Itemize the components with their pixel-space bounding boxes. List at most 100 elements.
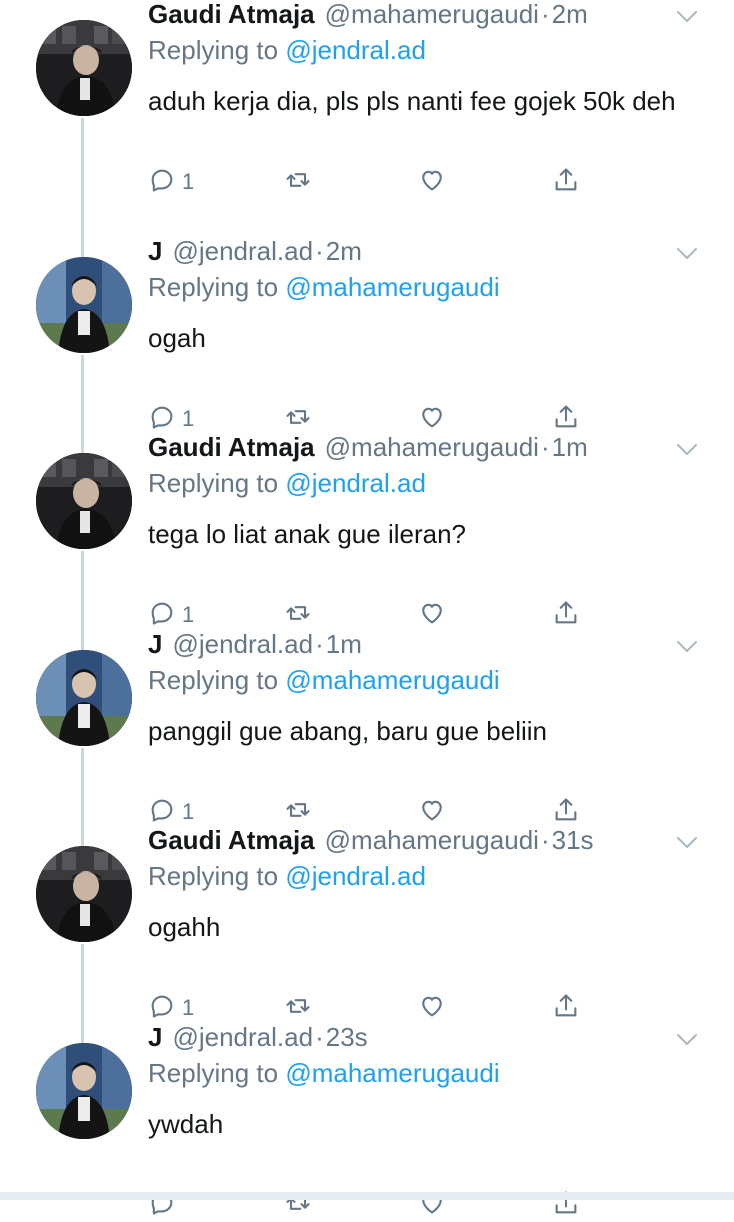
replying-to: Replying to @mahamerugaudi — [148, 664, 500, 696]
tweet-actions: 1 — [148, 992, 598, 1024]
like-button[interactable] — [418, 599, 446, 631]
reply-count: 1 — [182, 602, 195, 627]
replying-to: Replying to @jendral.ad — [148, 467, 426, 499]
replying-to-label: Replying to — [148, 1058, 279, 1088]
timestamp[interactable]: 2m — [552, 0, 588, 29]
separator-dot: · — [315, 236, 324, 266]
handle[interactable]: @jendral.ad — [172, 236, 313, 266]
replying-to: Replying to @mahamerugaudi — [148, 271, 500, 303]
tweet-header: J @jendral.ad·23s — [148, 1021, 368, 1053]
timestamp[interactable]: 1m — [552, 432, 588, 462]
tweet[interactable]: Gaudi Atmaja @mahamerugaudi·2m Replying t… — [0, 0, 734, 257]
tweet-text: panggil gue abang, baru gue beliin — [148, 716, 548, 746]
tweet[interactable]: J @jendral.ad·2m Replying to @mahamerugau… — [0, 235, 734, 453]
display-name[interactable]: Gaudi Atmaja — [148, 825, 315, 855]
retweet-button[interactable] — [284, 166, 312, 198]
separator-dot: · — [540, 825, 550, 855]
share-button[interactable] — [552, 599, 580, 631]
handle[interactable]: @mahamerugaudi — [325, 0, 539, 29]
retweet-button[interactable] — [284, 992, 312, 1024]
like-icon — [418, 992, 446, 1025]
retweet-button[interactable] — [284, 599, 312, 631]
reply-button[interactable]: 1 — [148, 599, 194, 631]
tweet-header: J @jendral.ad·1m — [148, 628, 362, 660]
tweet-header: Gaudi Atmaja @mahamerugaudi·2m — [148, 0, 588, 30]
bottom-divider — [0, 1192, 734, 1200]
tweet-text: aduh kerja dia, pls pls nanti fee gojek … — [148, 86, 676, 116]
reply-count: 1 — [182, 799, 195, 824]
share-button[interactable] — [552, 166, 580, 198]
retweet-icon — [284, 599, 312, 632]
timestamp[interactable]: 2m — [326, 236, 362, 266]
chevron-down-icon[interactable] — [676, 836, 698, 850]
replying-to-label: Replying to — [148, 35, 279, 65]
separator-dot: · — [540, 432, 550, 462]
chevron-down-icon[interactable] — [676, 247, 698, 261]
tweet-actions: 1 — [148, 166, 598, 198]
handle[interactable]: @jendral.ad — [172, 629, 313, 659]
replying-to-label: Replying to — [148, 468, 279, 498]
tweet[interactable]: J @jendral.ad·23s Replying to @mahameruga… — [0, 1021, 734, 1219]
display-name[interactable]: Gaudi Atmaja — [148, 432, 315, 462]
avatar[interactable] — [36, 650, 132, 746]
mention-link[interactable]: @mahamerugaudi — [285, 665, 499, 695]
reply-count: 1 — [182, 169, 195, 194]
avatar[interactable] — [36, 20, 132, 116]
avatar[interactable] — [36, 1043, 132, 1139]
separator-dot: · — [315, 1022, 324, 1052]
retweet-icon — [284, 166, 312, 199]
timestamp[interactable]: 1m — [326, 629, 362, 659]
share-button[interactable] — [552, 992, 580, 1024]
replying-to: Replying to @jendral.ad — [148, 860, 426, 892]
tweet-text: ogahh — [148, 912, 221, 942]
display-name[interactable]: J — [148, 236, 162, 266]
tweet[interactable]: Gaudi Atmaja @mahamerugaudi·31s Replying … — [0, 824, 734, 1043]
replying-to-label: Replying to — [148, 861, 279, 891]
tweet-text: ogah — [148, 323, 206, 353]
mention-link[interactable]: @mahamerugaudi — [285, 272, 499, 302]
tweet-text: tega lo liat anak gue ileran? — [148, 519, 467, 549]
tweet-header: Gaudi Atmaja @mahamerugaudi·1m — [148, 431, 588, 463]
replying-to: Replying to @jendral.ad — [148, 34, 426, 66]
chevron-down-icon[interactable] — [676, 443, 698, 457]
reply-icon — [148, 166, 176, 199]
display-name[interactable]: Gaudi Atmaja — [148, 0, 315, 29]
tweet-actions: 1 — [148, 599, 598, 631]
timestamp[interactable]: 31s — [552, 825, 594, 855]
timestamp[interactable]: 23s — [326, 1022, 368, 1052]
tweet[interactable]: Gaudi Atmaja @mahamerugaudi·1m Replying t… — [0, 431, 734, 650]
display-name[interactable]: J — [148, 1022, 162, 1052]
handle[interactable]: @mahamerugaudi — [325, 825, 539, 855]
mention-link[interactable]: @jendral.ad — [285, 468, 426, 498]
chevron-down-icon[interactable] — [676, 640, 698, 654]
share-icon — [552, 992, 580, 1025]
tweet-header: J @jendral.ad·2m — [148, 235, 362, 267]
mention-link[interactable]: @jendral.ad — [285, 861, 426, 891]
like-icon — [418, 166, 446, 199]
share-icon — [552, 599, 580, 632]
mention-link[interactable]: @jendral.ad — [285, 35, 426, 65]
like-button[interactable] — [418, 166, 446, 198]
reply-icon — [148, 599, 176, 632]
chevron-down-icon[interactable] — [676, 1033, 698, 1047]
avatar[interactable] — [36, 257, 132, 353]
avatar[interactable] — [36, 846, 132, 942]
separator-dot: · — [315, 629, 324, 659]
reply-button[interactable]: 1 — [148, 992, 194, 1024]
mention-link[interactable]: @mahamerugaudi — [285, 1058, 499, 1088]
handle[interactable]: @mahamerugaudi — [325, 432, 539, 462]
tweet-text: ywdah — [148, 1109, 224, 1139]
tweet[interactable]: J @jendral.ad·1m Replying to @mahamerugau… — [0, 628, 734, 846]
like-button[interactable] — [418, 992, 446, 1024]
chevron-down-icon[interactable] — [676, 10, 698, 24]
tweet-header: Gaudi Atmaja @mahamerugaudi·31s — [148, 824, 594, 856]
reply-count: 1 — [182, 995, 195, 1020]
display-name[interactable]: J — [148, 629, 162, 659]
reply-button[interactable]: 1 — [148, 166, 194, 198]
reply-count: 1 — [182, 406, 195, 431]
like-icon — [418, 599, 446, 632]
handle[interactable]: @jendral.ad — [172, 1022, 313, 1052]
avatar[interactable] — [36, 453, 132, 549]
replying-to: Replying to @mahamerugaudi — [148, 1057, 500, 1089]
share-icon — [552, 166, 580, 199]
